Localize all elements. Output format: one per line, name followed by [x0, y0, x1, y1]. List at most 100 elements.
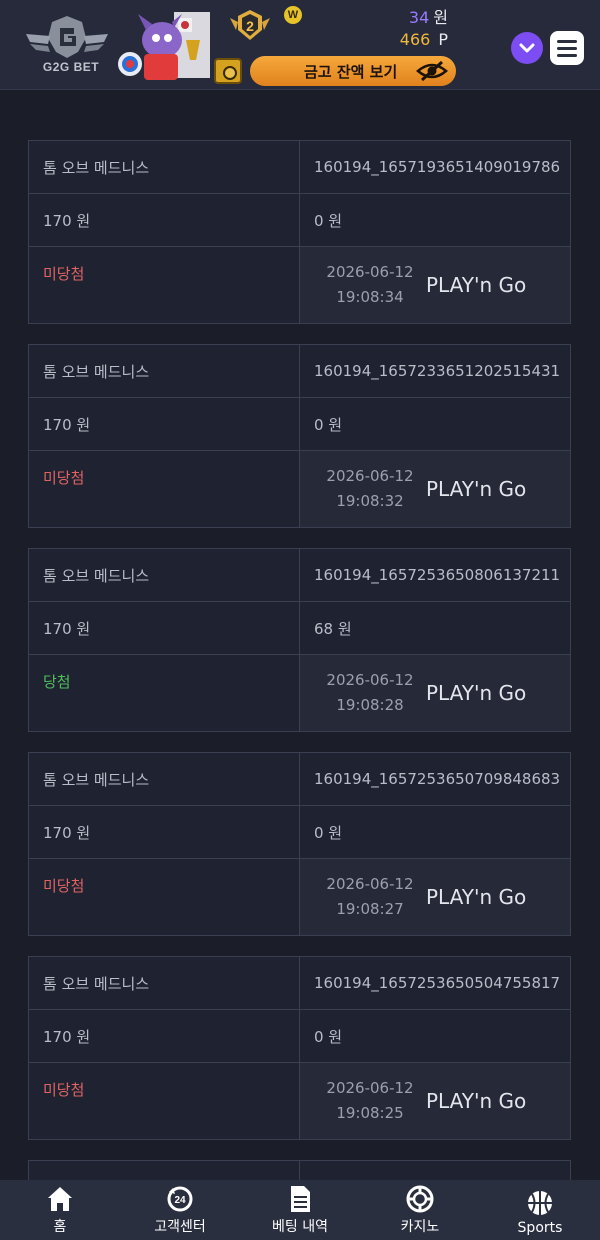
provider-name: PLAY'n Go	[426, 273, 527, 297]
coin-icon: W	[284, 6, 302, 24]
bet-datetime: 2026-06-12 19:08:32	[314, 464, 426, 514]
hamburger-line	[557, 46, 577, 50]
hamburger-menu-icon	[557, 39, 577, 43]
bet-row-amount: 170 원 0 원	[29, 194, 570, 247]
game-name: 톰 오브 메드니스	[29, 549, 300, 601]
bet-row-amount: 170 원 0 원	[29, 806, 570, 859]
bet-time: 19:08:25	[336, 1104, 404, 1122]
win-amount: 0 원	[314, 823, 343, 842]
level-number: 2	[246, 18, 254, 34]
bottom-navigation: 홈 24 고객센터 베팅 내역 카지노 Sports	[0, 1180, 600, 1240]
bet-card[interactable]: 톰 오브 메드니스 160194_1657253650504755817 170…	[28, 956, 571, 1140]
bet-time: 19:08:27	[336, 900, 404, 918]
bet-row-result: 미당첨 2026-06-12 19:08:27 PLAY'n Go	[29, 859, 570, 935]
bet-meta: 2026-06-12 19:08:25 PLAY'n Go	[300, 1063, 570, 1139]
bet-date: 2026-06-12	[326, 671, 414, 689]
status-badge: 당첨	[29, 655, 300, 731]
basketball-icon	[528, 1191, 552, 1215]
support-24-icon: 24	[167, 1186, 193, 1212]
status-badge: 미당첨	[29, 451, 300, 527]
bet-meta: 2026-06-12 19:08:32 PLAY'n Go	[300, 451, 570, 527]
bet-meta: 2026-06-12 19:08:34 PLAY'n Go	[300, 247, 570, 323]
bet-history-list: 톰 오브 메드니스 160194_1657193651409019786 170…	[28, 140, 571, 1215]
safe-icon[interactable]	[214, 58, 242, 84]
bet-datetime: 2026-06-12 19:08:34	[314, 260, 426, 310]
status-badge: 미당첨	[29, 247, 300, 323]
game-name: 톰 오브 메드니스	[29, 141, 300, 193]
casino-chip-icon	[406, 1185, 434, 1213]
balance-won-unit: 원	[433, 8, 448, 27]
bet-datetime: 2026-06-12 19:08:27	[314, 872, 426, 922]
balance-point-unit: P	[438, 30, 448, 49]
chevron-down-icon	[519, 43, 535, 53]
provider-name: PLAY'n Go	[426, 885, 527, 909]
bet-card[interactable]: 톰 오브 메드니스 160194_1657253650806137211 170…	[28, 548, 571, 732]
nav-home[interactable]: 홈	[0, 1180, 120, 1240]
bet-row-amount: 170 원 0 원	[29, 398, 570, 451]
hamburger-menu-button[interactable]	[550, 31, 584, 65]
bet-meta: 2026-06-12 19:08:28 PLAY'n Go	[300, 655, 570, 731]
eye-off-icon[interactable]	[416, 59, 448, 83]
nav-sports-label: Sports	[517, 1220, 563, 1236]
nav-bet-history-label: 베팅 내역	[272, 1219, 328, 1235]
nav-casino[interactable]: 카지노	[360, 1180, 480, 1240]
bet-row-result: 미당첨 2026-06-12 19:08:25 PLAY'n Go	[29, 1063, 570, 1139]
game-name: 톰 오브 메드니스	[29, 345, 300, 397]
bet-row-info: 톰 오브 메드니스 160194_1657233651202515431	[29, 345, 570, 398]
nav-sports[interactable]: Sports	[480, 1180, 600, 1240]
provider-name: PLAY'n Go	[426, 681, 527, 705]
nav-support-label: 고객센터	[154, 1219, 206, 1235]
logo-text: G2G BET	[42, 60, 100, 74]
home-icon	[48, 1187, 72, 1211]
bet-id: 160194_1657253650806137211	[314, 566, 561, 584]
bet-row-amount: 170 원 0 원	[29, 1010, 570, 1063]
balance-point-value: 466	[399, 30, 431, 49]
document-icon	[291, 1186, 310, 1212]
bet-row-info: 톰 오브 메드니스 160194_1657193651409019786	[29, 141, 570, 194]
win-amount: 0 원	[314, 415, 343, 434]
avatar[interactable]	[116, 10, 212, 80]
hamburger-line	[557, 53, 577, 57]
bet-id: 160194_1657253650504755817	[314, 974, 561, 992]
top-header: G2G BET 2 W 34 원 466 P 금고 잔액 보기	[0, 0, 600, 90]
bet-row-info: 톰 오브 메드니스 160194_1657253650709848683	[29, 753, 570, 806]
profile-dropdown-button[interactable]	[511, 32, 543, 64]
nav-home-label: 홈	[53, 1219, 67, 1235]
bet-amount: 170 원	[29, 1010, 300, 1062]
status-badge: 미당첨	[29, 1063, 300, 1139]
balance-won-value: 34	[408, 8, 430, 27]
bet-row-info: 톰 오브 메드니스 160194_1657253650806137211	[29, 549, 570, 602]
vault-balance-label: 금고 잔액 보기	[304, 62, 398, 81]
bet-card[interactable]: 톰 오브 메드니스 160194_1657253650709848683 170…	[28, 752, 571, 936]
win-amount: 0 원	[314, 211, 343, 230]
game-name: 톰 오브 메드니스	[29, 957, 300, 1009]
bet-datetime: 2026-06-12 19:08:28	[314, 668, 426, 718]
level-badge-icon: 2	[230, 10, 270, 40]
bet-date: 2026-06-12	[326, 1079, 414, 1097]
bet-amount: 170 원	[29, 398, 300, 450]
vault-balance-button[interactable]: 금고 잔액 보기	[250, 56, 456, 86]
bet-amount: 170 원	[29, 806, 300, 858]
game-name: 톰 오브 메드니스	[29, 753, 300, 805]
bet-card[interactable]: 톰 오브 메드니스 160194_1657233651202515431 170…	[28, 344, 571, 528]
svg-text:24: 24	[174, 1195, 186, 1206]
nav-casino-label: 카지노	[400, 1219, 440, 1235]
provider-name: PLAY'n Go	[426, 1089, 527, 1113]
provider-name: PLAY'n Go	[426, 477, 527, 501]
bet-id: 160194_1657193651409019786	[314, 158, 561, 176]
bet-time: 19:08:34	[336, 288, 404, 306]
bet-amount: 170 원	[29, 602, 300, 654]
bet-row-amount: 170 원 68 원	[29, 602, 570, 655]
balance-point: 466 P	[400, 30, 448, 49]
nav-bet-history[interactable]: 베팅 내역	[240, 1180, 360, 1240]
win-amount: 68 원	[314, 619, 352, 638]
bet-id: 160194_1657233651202515431	[314, 362, 561, 380]
bet-row-result: 미당첨 2026-06-12 19:08:34 PLAY'n Go	[29, 247, 570, 323]
bet-time: 19:08:32	[336, 492, 404, 510]
bet-card[interactable]: 톰 오브 메드니스 160194_1657193651409019786 170…	[28, 140, 571, 324]
bet-id: 160194_1657253650709848683	[314, 770, 561, 788]
nav-support[interactable]: 24 고객센터	[120, 1180, 240, 1240]
bet-row-result: 당첨 2026-06-12 19:08:28 PLAY'n Go	[29, 655, 570, 731]
bet-amount: 170 원	[29, 194, 300, 246]
bet-meta: 2026-06-12 19:08:27 PLAY'n Go	[300, 859, 570, 935]
